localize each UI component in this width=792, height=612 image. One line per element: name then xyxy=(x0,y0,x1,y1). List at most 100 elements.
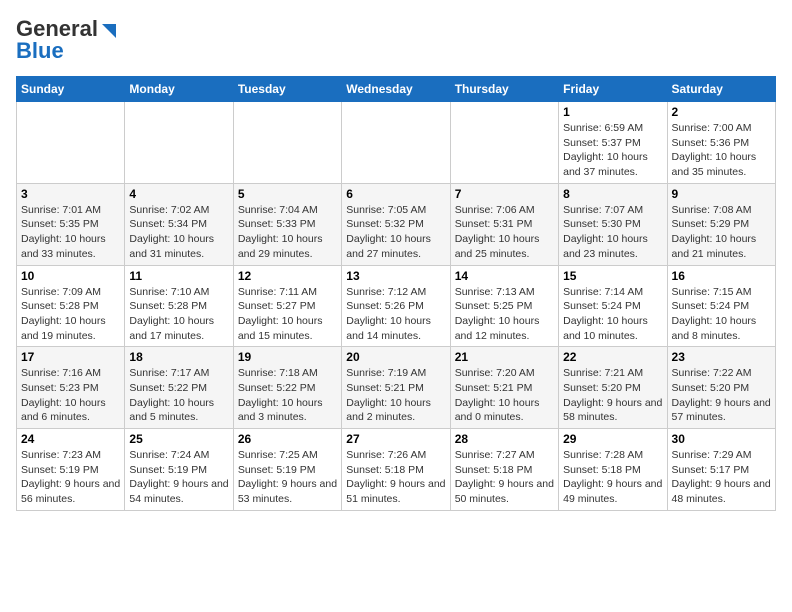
day-number: 23 xyxy=(672,350,771,364)
day-number: 3 xyxy=(21,187,120,201)
day-info: Sunrise: 7:17 AM Sunset: 5:22 PM Dayligh… xyxy=(129,366,228,425)
day-info: Sunrise: 7:25 AM Sunset: 5:19 PM Dayligh… xyxy=(238,448,337,507)
day-number: 21 xyxy=(455,350,554,364)
day-number: 18 xyxy=(129,350,228,364)
day-info: Sunrise: 7:02 AM Sunset: 5:34 PM Dayligh… xyxy=(129,203,228,262)
day-info: Sunrise: 7:22 AM Sunset: 5:20 PM Dayligh… xyxy=(672,366,771,425)
day-number: 10 xyxy=(21,269,120,283)
day-number: 4 xyxy=(129,187,228,201)
day-number: 15 xyxy=(563,269,662,283)
day-number: 30 xyxy=(672,432,771,446)
day-info: Sunrise: 7:19 AM Sunset: 5:21 PM Dayligh… xyxy=(346,366,445,425)
calendar-cell: 17Sunrise: 7:16 AM Sunset: 5:23 PM Dayli… xyxy=(17,347,125,429)
day-info: Sunrise: 7:04 AM Sunset: 5:33 PM Dayligh… xyxy=(238,203,337,262)
calendar-cell: 6Sunrise: 7:05 AM Sunset: 5:32 PM Daylig… xyxy=(342,183,450,265)
day-info: Sunrise: 7:24 AM Sunset: 5:19 PM Dayligh… xyxy=(129,448,228,507)
calendar-day-header: Saturday xyxy=(667,77,775,102)
day-info: Sunrise: 7:26 AM Sunset: 5:18 PM Dayligh… xyxy=(346,448,445,507)
calendar-cell xyxy=(450,102,558,184)
calendar-cell: 7 Sunrise: 7:06 AM Sunset: 5:31 PM Daylig… xyxy=(450,183,558,265)
calendar-cell xyxy=(17,102,125,184)
calendar-cell: 3 Sunrise: 7:01 AM Sunset: 5:35 PM Daylig… xyxy=(17,183,125,265)
calendar-cell: 4 Sunrise: 7:02 AM Sunset: 5:34 PM Daylig… xyxy=(125,183,233,265)
day-number: 27 xyxy=(346,432,445,446)
calendar-day-header: Thursday xyxy=(450,77,558,102)
calendar-cell xyxy=(125,102,233,184)
day-info: Sunrise: 7:05 AM Sunset: 5:32 PM Dayligh… xyxy=(346,203,445,262)
calendar-cell xyxy=(233,102,341,184)
calendar-cell: 26 Sunrise: 7:25 AM Sunset: 5:19 PM Dayli… xyxy=(233,429,341,511)
calendar-cell: 9Sunrise: 7:08 AM Sunset: 5:29 PM Daylig… xyxy=(667,183,775,265)
calendar-header-row: SundayMondayTuesdayWednesdayThursdayFrid… xyxy=(17,77,776,102)
day-number: 19 xyxy=(238,350,337,364)
day-number: 12 xyxy=(238,269,337,283)
day-number: 28 xyxy=(455,432,554,446)
day-number: 29 xyxy=(563,432,662,446)
day-number: 8 xyxy=(563,187,662,201)
calendar-day-header: Sunday xyxy=(17,77,125,102)
calendar-cell: 29 Sunrise: 7:28 AM Sunset: 5:18 PM Dayli… xyxy=(559,429,667,511)
day-info: Sunrise: 7:00 AM Sunset: 5:36 PM Dayligh… xyxy=(672,121,771,180)
calendar-cell: 8Sunrise: 7:07 AM Sunset: 5:30 PM Daylig… xyxy=(559,183,667,265)
calendar-table: SundayMondayTuesdayWednesdayThursdayFrid… xyxy=(16,76,776,511)
calendar-week-row: 17Sunrise: 7:16 AM Sunset: 5:23 PM Dayli… xyxy=(17,347,776,429)
day-number: 5 xyxy=(238,187,337,201)
calendar-cell: 14Sunrise: 7:13 AM Sunset: 5:25 PM Dayli… xyxy=(450,265,558,347)
day-info: Sunrise: 7:23 AM Sunset: 5:19 PM Dayligh… xyxy=(21,448,120,507)
calendar-cell: 11 Sunrise: 7:10 AM Sunset: 5:28 PM Dayli… xyxy=(125,265,233,347)
day-number: 1 xyxy=(563,105,662,119)
calendar-cell: 27 Sunrise: 7:26 AM Sunset: 5:18 PM Dayli… xyxy=(342,429,450,511)
day-number: 7 xyxy=(455,187,554,201)
day-info: Sunrise: 7:29 AM Sunset: 5:17 PM Dayligh… xyxy=(672,448,771,507)
day-info: Sunrise: 6:59 AM Sunset: 5:37 PM Dayligh… xyxy=(563,121,662,180)
day-number: 13 xyxy=(346,269,445,283)
day-info: Sunrise: 7:06 AM Sunset: 5:31 PM Dayligh… xyxy=(455,203,554,262)
calendar-cell: 23 Sunrise: 7:22 AM Sunset: 5:20 PM Dayli… xyxy=(667,347,775,429)
day-info: Sunrise: 7:20 AM Sunset: 5:21 PM Dayligh… xyxy=(455,366,554,425)
calendar-week-row: 3 Sunrise: 7:01 AM Sunset: 5:35 PM Daylig… xyxy=(17,183,776,265)
day-info: Sunrise: 7:11 AM Sunset: 5:27 PM Dayligh… xyxy=(238,285,337,344)
day-number: 26 xyxy=(238,432,337,446)
day-info: Sunrise: 7:10 AM Sunset: 5:28 PM Dayligh… xyxy=(129,285,228,344)
calendar-cell: 5 Sunrise: 7:04 AM Sunset: 5:33 PM Daylig… xyxy=(233,183,341,265)
day-number: 2 xyxy=(672,105,771,119)
day-info: Sunrise: 7:18 AM Sunset: 5:22 PM Dayligh… xyxy=(238,366,337,425)
calendar-cell: 30 Sunrise: 7:29 AM Sunset: 5:17 PM Dayli… xyxy=(667,429,775,511)
calendar-cell: 18 Sunrise: 7:17 AM Sunset: 5:22 PM Dayli… xyxy=(125,347,233,429)
day-number: 11 xyxy=(129,269,228,283)
calendar-week-row: 10 Sunrise: 7:09 AM Sunset: 5:28 PM Dayli… xyxy=(17,265,776,347)
calendar-cell: 13 Sunrise: 7:12 AM Sunset: 5:26 PM Dayli… xyxy=(342,265,450,347)
logo-blue: Blue xyxy=(16,38,64,64)
day-number: 16 xyxy=(672,269,771,283)
calendar-cell: 2 Sunrise: 7:00 AM Sunset: 5:36 PM Daylig… xyxy=(667,102,775,184)
day-info: Sunrise: 7:14 AM Sunset: 5:24 PM Dayligh… xyxy=(563,285,662,344)
calendar-cell: 20 Sunrise: 7:19 AM Sunset: 5:21 PM Dayli… xyxy=(342,347,450,429)
day-info: Sunrise: 7:12 AM Sunset: 5:26 PM Dayligh… xyxy=(346,285,445,344)
calendar-cell: 22Sunrise: 7:21 AM Sunset: 5:20 PM Dayli… xyxy=(559,347,667,429)
logo: General Blue xyxy=(16,16,120,64)
calendar-cell: 1 Sunrise: 6:59 AM Sunset: 5:37 PM Daylig… xyxy=(559,102,667,184)
calendar-cell: 19 Sunrise: 7:18 AM Sunset: 5:22 PM Dayli… xyxy=(233,347,341,429)
day-info: Sunrise: 7:09 AM Sunset: 5:28 PM Dayligh… xyxy=(21,285,120,344)
day-info: Sunrise: 7:15 AM Sunset: 5:24 PM Dayligh… xyxy=(672,285,771,344)
day-number: 20 xyxy=(346,350,445,364)
day-number: 24 xyxy=(21,432,120,446)
calendar-day-header: Wednesday xyxy=(342,77,450,102)
calendar-cell: 25 Sunrise: 7:24 AM Sunset: 5:19 PM Dayli… xyxy=(125,429,233,511)
calendar-cell: 28Sunrise: 7:27 AM Sunset: 5:18 PM Dayli… xyxy=(450,429,558,511)
page-header: General Blue xyxy=(16,16,776,64)
calendar-week-row: 24 Sunrise: 7:23 AM Sunset: 5:19 PM Dayli… xyxy=(17,429,776,511)
calendar-cell: 21 Sunrise: 7:20 AM Sunset: 5:21 PM Dayli… xyxy=(450,347,558,429)
calendar-week-row: 1 Sunrise: 6:59 AM Sunset: 5:37 PM Daylig… xyxy=(17,102,776,184)
day-info: Sunrise: 7:28 AM Sunset: 5:18 PM Dayligh… xyxy=(563,448,662,507)
day-info: Sunrise: 7:16 AM Sunset: 5:23 PM Dayligh… xyxy=(21,366,120,425)
day-number: 25 xyxy=(129,432,228,446)
calendar-cell: 10 Sunrise: 7:09 AM Sunset: 5:28 PM Dayli… xyxy=(17,265,125,347)
calendar-cell: 24 Sunrise: 7:23 AM Sunset: 5:19 PM Dayli… xyxy=(17,429,125,511)
calendar-day-header: Friday xyxy=(559,77,667,102)
day-info: Sunrise: 7:01 AM Sunset: 5:35 PM Dayligh… xyxy=(21,203,120,262)
day-info: Sunrise: 7:21 AM Sunset: 5:20 PM Dayligh… xyxy=(563,366,662,425)
calendar-cell: 12 Sunrise: 7:11 AM Sunset: 5:27 PM Dayli… xyxy=(233,265,341,347)
calendar-day-header: Monday xyxy=(125,77,233,102)
calendar-cell xyxy=(342,102,450,184)
